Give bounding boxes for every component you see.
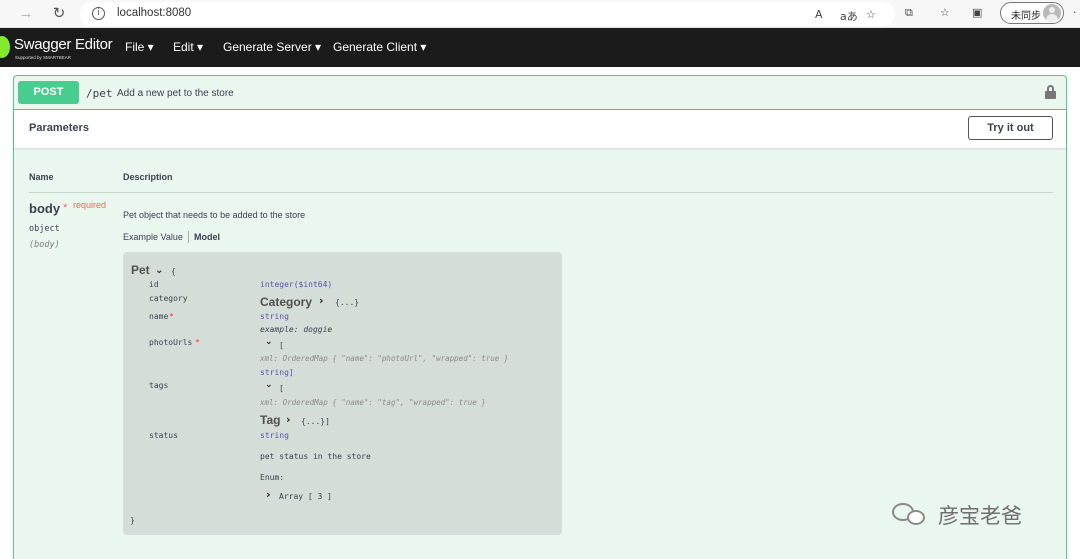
menu-generate-server[interactable]: Generate Server ▾ bbox=[223, 40, 321, 54]
back-arrow-icon[interactable]: → bbox=[15, 4, 37, 24]
prop-photourls-items: string] bbox=[260, 368, 294, 377]
operation-summary[interactable]: POST /pet Add a new pet to the store bbox=[14, 76, 1066, 110]
menu-file[interactable]: File ▾ bbox=[125, 40, 154, 54]
param-location: (body) bbox=[29, 240, 60, 250]
operation-summary-text: Add a new pet to the store bbox=[117, 88, 234, 99]
param-description: Pet object that needs to be added to the… bbox=[123, 210, 306, 220]
prop-name-type: string bbox=[260, 312, 289, 321]
required-label: required bbox=[73, 200, 107, 210]
parameters-title: Parameters bbox=[29, 122, 89, 134]
param-type: object bbox=[29, 224, 60, 234]
tab-example-value[interactable]: Example Value bbox=[123, 232, 183, 242]
prop-tags-open: [ bbox=[279, 384, 284, 393]
try-it-out-button[interactable]: Try it out bbox=[968, 116, 1053, 140]
chevron-right-icon[interactable]: › bbox=[319, 294, 324, 307]
address-bar[interactable]: i localhost:8080 A aあ ☆ bbox=[80, 2, 895, 26]
prop-tags-collapsed[interactable]: {...}] bbox=[301, 417, 330, 426]
prop-tags-xml: xml: OrderedMap { "name": "tag", "wrappe… bbox=[260, 398, 486, 407]
chevron-down-icon[interactable]: ⌄ bbox=[265, 380, 273, 390]
model-close-brace: } bbox=[130, 516, 135, 525]
wechat-icon-bubble bbox=[907, 510, 925, 525]
prop-photourls-open: [ bbox=[279, 341, 284, 350]
extensions-icon[interactable]: ⧉ bbox=[905, 6, 913, 20]
sync-label: 未同步 bbox=[1011, 11, 1041, 22]
prop-tags-ref[interactable]: Tag bbox=[260, 413, 280, 427]
prop-id-name: id bbox=[149, 280, 159, 289]
prop-status-description: pet status in the store bbox=[260, 452, 371, 461]
chevron-down-icon[interactable]: ⌄ bbox=[155, 265, 163, 276]
tab-model[interactable]: Model bbox=[194, 232, 220, 242]
prop-name-example: example: doggie bbox=[260, 325, 333, 334]
prop-status-enum-value[interactable]: Array [ 3 ] bbox=[279, 492, 332, 501]
chevron-down-icon[interactable]: ⌄ bbox=[265, 337, 273, 347]
collections-icon[interactable]: ▣ bbox=[972, 6, 982, 19]
prop-photourls-xml: xml: OrderedMap { "name": "photoUrl", "w… bbox=[260, 354, 509, 363]
column-header-name: Name bbox=[29, 172, 54, 182]
operation-block: POST /pet Add a new pet to the store Par… bbox=[13, 75, 1067, 559]
prop-category-name: category bbox=[149, 294, 188, 303]
parameters-header: Parameters Try it out bbox=[14, 110, 1066, 148]
method-badge: POST bbox=[18, 81, 79, 104]
url-text[interactable]: localhost:8080 bbox=[117, 7, 191, 19]
operation-path: /pet bbox=[86, 87, 113, 100]
browser-toolbar: → ↻ i localhost:8080 A aあ ☆ ⧉ ☆ ▣ 未同步 · bbox=[0, 0, 1080, 28]
chevron-right-icon[interactable]: › bbox=[266, 488, 271, 501]
brand-subtitle: Supported by SMARTBEAR bbox=[15, 55, 71, 60]
model-schema-box: Pet ⌄ { id integer($int64) category Cate… bbox=[123, 252, 562, 535]
favorite-star-icon[interactable]: ☆ bbox=[866, 8, 876, 21]
prop-category-collapsed[interactable]: {...} bbox=[335, 298, 359, 307]
prop-status-type: string bbox=[260, 431, 289, 440]
model-name[interactable]: Pet bbox=[131, 263, 150, 277]
refresh-icon[interactable]: ↻ bbox=[48, 4, 70, 24]
header-divider bbox=[29, 192, 1053, 193]
lock-icon[interactable] bbox=[1045, 85, 1056, 99]
prop-name-name: name bbox=[149, 312, 169, 321]
prop-id-type: integer($int64) bbox=[260, 280, 333, 289]
model-open-brace: { bbox=[171, 267, 176, 276]
brand-title: Swagger Editor bbox=[14, 36, 113, 53]
profile-sync-button[interactable]: 未同步 bbox=[1000, 2, 1064, 24]
prop-tags-name: tags bbox=[149, 381, 169, 390]
tab-separator bbox=[188, 231, 189, 243]
swagger-logo-icon bbox=[0, 36, 10, 58]
param-name: body bbox=[29, 201, 61, 216]
chevron-right-icon[interactable]: › bbox=[286, 413, 291, 426]
prop-category-ref[interactable]: Category bbox=[260, 295, 312, 309]
prop-name-required-star: * bbox=[169, 312, 174, 321]
prop-status-enum-label: Enum: bbox=[260, 473, 285, 482]
more-icon[interactable]: · bbox=[1073, 6, 1077, 19]
menu-generate-client[interactable]: Generate Client ▾ bbox=[333, 40, 426, 54]
prop-status-name: status bbox=[149, 431, 178, 440]
menu-edit[interactable]: Edit ▾ bbox=[173, 40, 203, 54]
column-header-description: Description bbox=[123, 172, 173, 182]
avatar bbox=[1043, 4, 1061, 22]
translate-icon[interactable]: aあ bbox=[840, 8, 858, 24]
swagger-topbar: Swagger Editor Supported by SMARTBEAR Fi… bbox=[0, 28, 1080, 67]
watermark-text: 彦宝老爸 bbox=[938, 504, 1022, 528]
prop-photourls-name: photoUrls bbox=[149, 338, 193, 347]
required-star: * bbox=[63, 202, 68, 214]
favorites-icon[interactable]: ☆ bbox=[940, 6, 950, 19]
read-aloud-icon[interactable]: A bbox=[815, 8, 823, 21]
info-icon[interactable]: i bbox=[92, 7, 105, 20]
prop-photourls-required-star: * bbox=[195, 338, 200, 347]
